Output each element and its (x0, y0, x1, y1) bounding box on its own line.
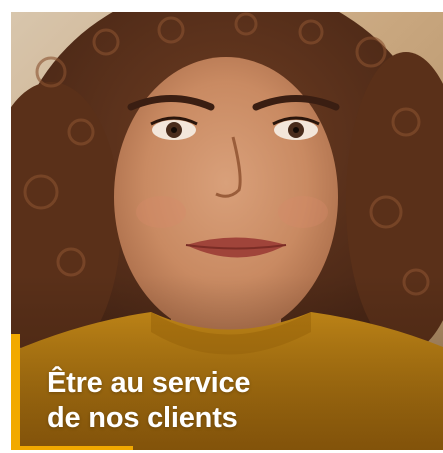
headline-line-2: de nos clients (47, 402, 238, 434)
headline-line-1: Être au service (47, 367, 251, 399)
accent-bar-vertical (11, 334, 20, 450)
hero-headline: Être au service de nos clients (47, 366, 407, 436)
hero-card[interactable]: Être au service de nos clients (11, 12, 443, 450)
accent-bar-horizontal (11, 446, 133, 450)
